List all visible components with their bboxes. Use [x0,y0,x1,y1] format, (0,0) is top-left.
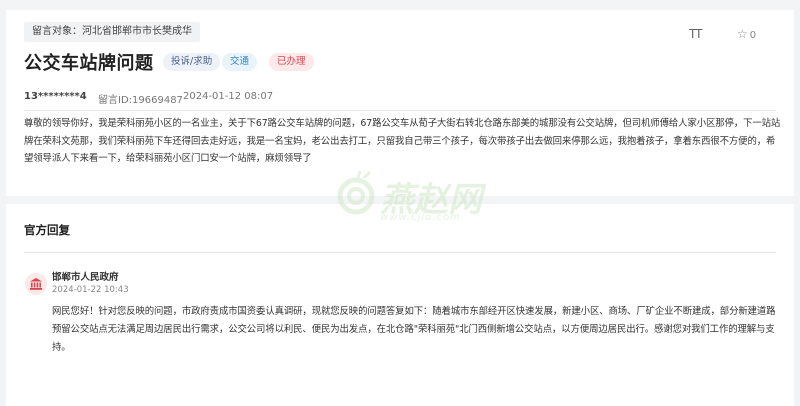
star-icon: ☆ [737,27,748,41]
government-building-icon [25,273,47,295]
recipient-label: 留言对象：河北省邯郸市市长樊成华 [24,22,200,42]
like-button[interactable]: ☆ 0 [737,27,756,41]
font-size-icon[interactable]: TT [689,27,702,41]
tag-complaint[interactable]: 投诉/求助 [163,53,221,71]
page-title: 公交车站牌问题 [24,53,154,74]
message-id: 留言ID:19669487 [98,95,183,106]
message-card: 留言对象：河北省邯郸市市长樊成华 TT ☆ 0 公交车站牌问题 投诉/求助 交通 … [6,10,794,196]
like-count: 0 [749,30,757,41]
reply-card: 官方回复 邯郸市人民政府 2024-01-22 10:43 网民您好！针对您反映… [6,204,794,406]
status-badge: 已办理 [269,53,314,71]
divider [24,252,776,253]
reply-body: 网民您好！针对您反映的问题，市政府责成市国资委认真调研，现就您反映的问题答复如下… [52,306,776,353]
reply-date: 2024-01-22 10:43 [52,285,129,295]
tag-traffic[interactable]: 交通 [222,53,258,71]
user-id: 13********4 [24,91,87,102]
org-name: 邯郸市人民政府 [52,272,119,283]
message-body: 尊敬的领导你好，我是荣科丽苑小区的一名业主，关于下67路公交车站牌的问题，67路… [24,118,781,164]
divider [24,110,776,111]
message-date: 2024-01-12 08:07 [183,91,274,102]
section-title: 官方回复 [24,223,70,237]
